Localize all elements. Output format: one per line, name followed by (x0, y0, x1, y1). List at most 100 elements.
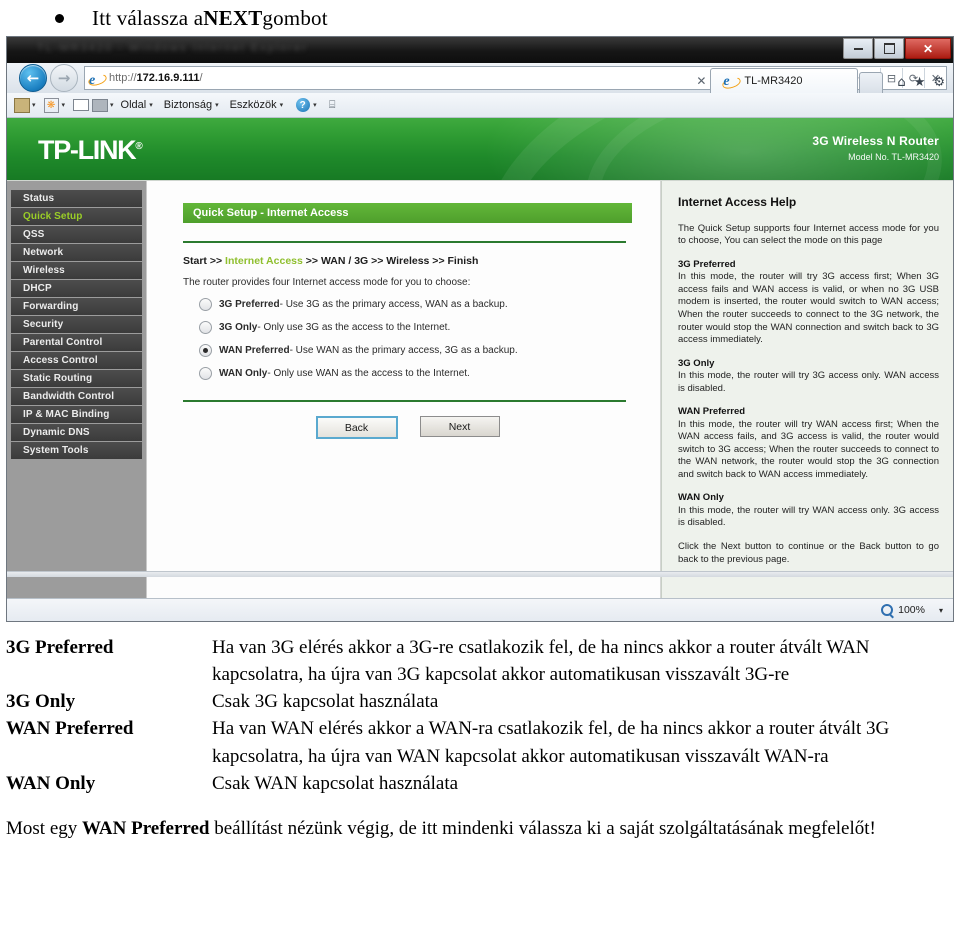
help-heading-3g-only: 3G Only (678, 357, 715, 369)
tab-close-icon[interactable]: ✕ (692, 69, 710, 93)
help-lead: The Quick Setup supports four Internet a… (678, 222, 939, 247)
sidebar-item-label: Forwarding (23, 301, 79, 312)
command-bar: ▾ ❋ ▾ ▾ Oldal ▾ Biztonság ▾ Eszközök ▾ ? ▾ … (7, 93, 953, 118)
sidebar-item-system-tools[interactable]: System Tools (11, 442, 142, 460)
rss-feeds-icon[interactable]: ❋ (43, 97, 60, 114)
option-wan-preferred[interactable]: WAN Preferred - Use WAN as the primary a… (199, 344, 632, 357)
sidebar-item-label: IP & MAC Binding (23, 409, 110, 420)
home-page-icon[interactable] (13, 97, 30, 114)
menu-oldal[interactable]: Oldal ▾ (121, 99, 160, 111)
product-name: 3G Wireless N Router (812, 134, 939, 148)
sidebar-item-forwarding[interactable]: Forwarding (11, 298, 142, 316)
forward-navigation-button[interactable]: → (50, 64, 78, 92)
sidebar-item-network[interactable]: Network (11, 244, 142, 262)
bullet-icon (55, 13, 64, 23)
chevron-down-icon[interactable]: ▾ (313, 101, 317, 109)
sidebar-item-status[interactable]: Status (11, 190, 142, 208)
explanation-text: Ha van 3G elérés akkor a 3G-re csatlakoz… (212, 637, 870, 686)
chevron-down-icon[interactable]: ▾ (110, 101, 114, 109)
print-icon[interactable] (91, 97, 108, 114)
radio-button-icon[interactable] (199, 298, 212, 311)
help-panel: Internet Access Help The Quick Setup sup… (661, 181, 953, 599)
help-heading-3g-preferred: 3G Preferred (678, 258, 736, 270)
menu-biztonsag-label: Biztonság (163, 99, 213, 111)
option-description: - Use 3G as the primary access, WAN as a… (279, 299, 508, 310)
explanation-section: 3G Preferred Ha van 3G elérés akkor a 3G-… (0, 622, 960, 797)
browser-tool-icons: ⌂ ★ ⚙ (897, 75, 945, 93)
tab-tl-mr3420[interactable]: e TL-MR3420 (710, 68, 859, 93)
option-name: WAN Only (219, 368, 268, 379)
sidebar-menu: Status Quick Setup QSS Network Wireless DHCP F… (11, 190, 142, 460)
help-body: In this mode, the router will try 3G acc… (678, 271, 939, 346)
explanation-text: Csak WAN kapcsolat használata (212, 772, 459, 794)
help-title: Internet Access Help (678, 195, 797, 209)
menu-eszkozok[interactable]: Eszközök ▾ (230, 99, 291, 111)
tools-gear-icon[interactable]: ⚙ (933, 75, 945, 90)
router-sidebar: Status Quick Setup QSS Network Wireless DHCP F… (7, 181, 147, 599)
divider-bottom (183, 400, 626, 402)
back-navigation-button[interactable]: ← (19, 64, 47, 92)
breadcrumb-current: Internet Access (225, 255, 303, 267)
sidebar-item-dhcp[interactable]: DHCP (11, 280, 142, 298)
zoom-magnifier-icon (881, 604, 894, 616)
sidebar-item-label: DHCP (23, 283, 52, 294)
option-3g-only[interactable]: 3G Only - Only use 3G as the access to t… (199, 321, 632, 334)
sidebar-item-label: Access Control (23, 355, 98, 366)
sidebar-item-qss[interactable]: QSS (11, 226, 142, 244)
maximize-button[interactable] (874, 38, 904, 59)
chevron-down-icon[interactable]: ▾ (939, 606, 943, 615)
ie-favicon-icon: e (721, 74, 743, 91)
zoom-level[interactable]: 100% (898, 604, 925, 616)
sidebar-item-ip-mac-binding[interactable]: IP & MAC Binding (11, 406, 142, 424)
back-button[interactable]: Back (315, 416, 398, 439)
help-body: In this mode, the router will try 3G acc… (678, 370, 939, 394)
closing-paragraph: Most egy WAN Preferred beállítást nézünk… (0, 797, 960, 843)
browser-titlebar: TL-MR3420 - Windows Internet Explorer ✕ (7, 37, 953, 63)
window-controls: ✕ (843, 38, 951, 59)
help-icon[interactable]: ? (294, 97, 311, 114)
explanation-row: WAN Preferred Ha van WAN elérés akkor a W… (6, 715, 954, 769)
browser-window: TL-MR3420 - Windows Internet Explorer ✕ … (6, 36, 954, 622)
sidebar-item-static-routing[interactable]: Static Routing (11, 370, 142, 388)
instruction-prefix: Itt válassza a (92, 5, 204, 30)
horizontal-scrollbar[interactable] (7, 571, 953, 577)
explanation-text: Csak 3G kapcsolat használata (212, 691, 439, 713)
closing-emphasis: WAN Preferred (82, 817, 210, 839)
sidebar-item-bandwidth-control[interactable]: Bandwidth Control (11, 388, 142, 406)
forward-arrow-icon: → (57, 68, 71, 87)
sidebar-item-label: Security (23, 319, 64, 330)
menu-biztonsag[interactable]: Biztonság ▾ (164, 99, 226, 111)
chevron-down-icon[interactable]: ▾ (32, 101, 36, 109)
option-name: 3G Preferred (219, 299, 280, 310)
next-button[interactable]: Next (419, 416, 500, 437)
instruction-line: Itt válassza a NEXT gombot (0, 0, 960, 36)
sidebar-item-security[interactable]: Security (11, 316, 142, 334)
sidebar-item-access-control[interactable]: Access Control (11, 352, 142, 370)
favorites-star-icon[interactable]: ★ (914, 75, 926, 90)
new-tab-button[interactable] (859, 72, 884, 93)
radio-button-icon[interactable] (199, 367, 212, 380)
explanation-row: 3G Only Csak 3G kapcsolat használata (6, 688, 954, 715)
radio-button-icon[interactable] (199, 344, 212, 357)
main-content: Quick Setup - Internet Access Start >> I… (147, 181, 661, 599)
sidebar-item-label: System Tools (23, 445, 89, 456)
option-3g-preferred[interactable]: 3G Preferred - Use 3G as the primary acc… (199, 298, 632, 311)
chevron-down-icon[interactable]: ▾ (62, 101, 66, 109)
explanation-row: WAN Only Csak WAN kapcsolat használata (6, 770, 954, 797)
sidebar-item-wireless[interactable]: Wireless (11, 262, 142, 280)
help-heading-wan-preferred: WAN Preferred (678, 406, 746, 418)
instruction-emphasis: NEXT (203, 5, 263, 30)
radio-button-icon[interactable] (199, 321, 212, 334)
explanation-term: WAN Only (6, 772, 96, 794)
page-viewport: TP-LINK® 3G Wireless N Router Model No. … (7, 118, 953, 599)
minimize-button[interactable] (843, 38, 873, 59)
sidebar-item-dynamic-dns[interactable]: Dynamic DNS (11, 424, 142, 442)
research-icon[interactable]: ⌸ (324, 97, 341, 114)
sidebar-item-parental-control[interactable]: Parental Control (11, 334, 142, 352)
option-wan-only[interactable]: WAN Only - Only use WAN as the access to… (199, 367, 632, 380)
mail-icon[interactable] (72, 97, 89, 114)
sidebar-item-label: Quick Setup (23, 211, 83, 222)
close-button[interactable]: ✕ (905, 38, 951, 59)
sidebar-item-quick-setup[interactable]: Quick Setup (11, 208, 142, 226)
home-icon[interactable]: ⌂ (897, 75, 905, 90)
